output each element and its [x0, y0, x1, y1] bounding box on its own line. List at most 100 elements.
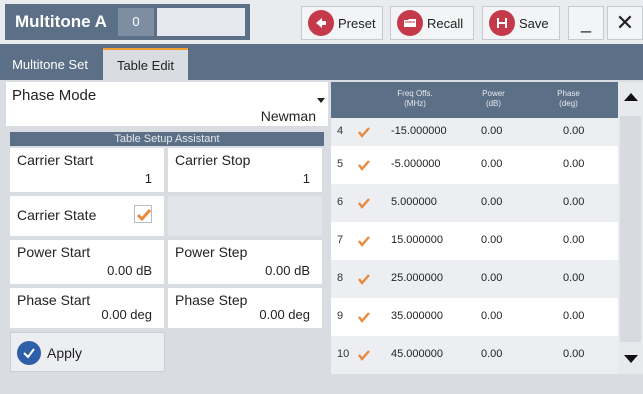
save-icon — [489, 10, 515, 36]
save-label: Save — [519, 15, 549, 31]
scroll-up-button[interactable] — [618, 82, 643, 112]
chevron-down-icon — [317, 98, 325, 103]
carrier-start-label: Carrier Start — [17, 152, 94, 168]
checkmark-icon — [358, 350, 370, 361]
phase-start-label: Phase Start — [17, 292, 91, 308]
triangle-down-icon — [623, 355, 638, 363]
carrier-state-label: Carrier State — [17, 207, 97, 223]
phase-cell[interactable]: 0.00 — [563, 196, 584, 208]
row-number: 5 — [337, 158, 344, 170]
tab-table-edit[interactable]: Table Edit — [103, 48, 188, 80]
carrier-stop-label: Carrier Stop — [175, 152, 251, 168]
save-button[interactable]: Save — [482, 6, 560, 40]
table-row[interactable]: 4 -15.000000 0.00 0.00 — [331, 118, 618, 146]
tab-multitone-set[interactable]: Multitone Set — [0, 48, 100, 80]
freq-offset-cell[interactable]: 5.000000 — [391, 196, 437, 208]
phase-cell[interactable]: 0.00 — [563, 234, 584, 246]
close-icon: ✕ — [615, 10, 635, 35]
multitone-table: Freq Offs. (MHz) Power (dB) Phase (deg) … — [331, 82, 618, 374]
title-field[interactable] — [157, 8, 245, 36]
table-row[interactable]: 8 25.000000 0.00 0.00 — [331, 260, 618, 298]
recall-button[interactable]: Recall — [390, 6, 474, 40]
scroll-down-button[interactable] — [618, 344, 643, 374]
multitone-window: Multitone A 0 Preset Recall Save _ ✕ Mul… — [0, 0, 643, 394]
power-cell[interactable]: 0.00 — [481, 196, 502, 208]
power-cell[interactable]: 0.00 — [481, 125, 502, 137]
power-cell[interactable]: 0.00 — [481, 310, 502, 322]
freq-column-header[interactable]: Freq Offs. (MHz) — [369, 89, 461, 109]
row-enable-checkbox[interactable] — [357, 310, 371, 327]
freq-offset-cell[interactable]: 15.000000 — [391, 234, 443, 246]
title-badge: 0 — [118, 8, 154, 36]
row-enable-checkbox[interactable] — [357, 234, 371, 251]
checkmark-icon — [358, 198, 370, 209]
freq-header-label: Freq Offs. — [397, 89, 433, 98]
phase-start-field[interactable]: Phase Start 0.00 deg — [10, 288, 164, 328]
power-step-label: Power Step — [175, 244, 248, 260]
table-header: Freq Offs. (MHz) Power (dB) Phase (deg) — [331, 82, 618, 118]
power-cell[interactable]: 0.00 — [481, 234, 502, 246]
power-header-unit: (dB) — [485, 99, 502, 108]
phase-header-unit: (deg) — [559, 99, 578, 108]
phase-start-value: 0.00 deg — [101, 307, 152, 322]
table-row[interactable]: 5 -5.000000 0.00 0.00 — [331, 146, 618, 184]
table-row[interactable]: 10 45.000000 0.00 0.00 — [331, 336, 618, 374]
apply-label: Apply — [47, 345, 83, 361]
phase-column-header[interactable]: Phase (deg) — [531, 89, 606, 109]
phase-step-label: Phase Step — [175, 292, 248, 308]
power-cell[interactable]: 0.00 — [481, 158, 502, 170]
freq-offset-cell[interactable]: 45.000000 — [391, 348, 443, 360]
checkmark-circle-icon — [17, 341, 41, 365]
carrier-state-checkbox[interactable] — [134, 205, 152, 223]
row-enable-checkbox[interactable] — [357, 196, 371, 213]
checkmark-icon — [136, 209, 152, 222]
table-row[interactable]: 7 15.000000 0.00 0.00 — [331, 222, 618, 260]
preset-button[interactable]: Preset — [301, 6, 383, 40]
power-cell[interactable]: 0.00 — [481, 348, 502, 360]
freq-offset-cell[interactable]: 25.000000 — [391, 272, 443, 284]
power-start-field[interactable]: Power Start 0.00 dB — [10, 240, 164, 284]
recall-label: Recall — [427, 15, 464, 31]
power-step-field[interactable]: Power Step 0.00 dB — [168, 240, 322, 284]
scroll-thumb[interactable] — [620, 116, 641, 342]
phase-mode-label: Phase Mode — [12, 87, 97, 104]
phase-cell[interactable]: 0.00 — [563, 272, 584, 284]
carrier-stop-field[interactable]: Carrier Stop 1 — [168, 148, 322, 192]
row-enable-checkbox[interactable] — [357, 125, 371, 142]
carrier-start-value: 1 — [144, 171, 152, 186]
preset-icon — [308, 10, 334, 36]
power-cell[interactable]: 0.00 — [481, 272, 502, 284]
checkmark-icon — [358, 312, 370, 323]
minimize-button[interactable]: _ — [568, 6, 604, 40]
checkmark-icon — [358, 274, 370, 285]
phase-mode-select[interactable]: Phase Mode Newman — [6, 82, 328, 126]
phase-cell[interactable]: 0.00 — [563, 125, 584, 137]
table-row[interactable]: 9 35.000000 0.00 0.00 — [331, 298, 618, 336]
power-column-header[interactable]: Power (dB) — [466, 89, 521, 109]
row-enable-checkbox[interactable] — [357, 348, 371, 365]
checkmark-icon — [358, 236, 370, 247]
phase-cell[interactable]: 0.00 — [563, 158, 584, 170]
apply-button[interactable]: Apply — [10, 332, 165, 372]
carrier-stop-value: 1 — [302, 171, 310, 186]
table-setup-header: Table Setup Assistant — [10, 132, 324, 146]
phase-cell[interactable]: 0.00 — [563, 348, 584, 360]
phase-step-value: 0.00 deg — [259, 307, 310, 322]
preset-label: Preset — [338, 15, 376, 31]
phase-step-field[interactable]: Phase Step 0.00 deg — [168, 288, 322, 328]
phase-mode-value: Newman — [260, 108, 316, 124]
row-enable-checkbox[interactable] — [357, 158, 371, 175]
table-scrollbar[interactable] — [618, 82, 643, 374]
freq-offset-cell[interactable]: 35.000000 — [391, 310, 443, 322]
title-panel: Multitone A 0 — [5, 4, 250, 40]
phase-cell[interactable]: 0.00 — [563, 310, 584, 322]
carrier-start-field[interactable]: Carrier Start 1 — [10, 148, 164, 192]
phase-header-label: Phase — [557, 89, 580, 98]
row-number: 8 — [337, 272, 344, 284]
table-row[interactable]: 6 5.000000 0.00 0.00 — [331, 184, 618, 222]
power-step-value: 0.00 dB — [265, 263, 310, 278]
close-button[interactable]: ✕ — [607, 6, 643, 40]
freq-offset-cell[interactable]: -15.000000 — [391, 125, 447, 137]
row-enable-checkbox[interactable] — [357, 272, 371, 289]
freq-offset-cell[interactable]: -5.000000 — [391, 158, 441, 170]
